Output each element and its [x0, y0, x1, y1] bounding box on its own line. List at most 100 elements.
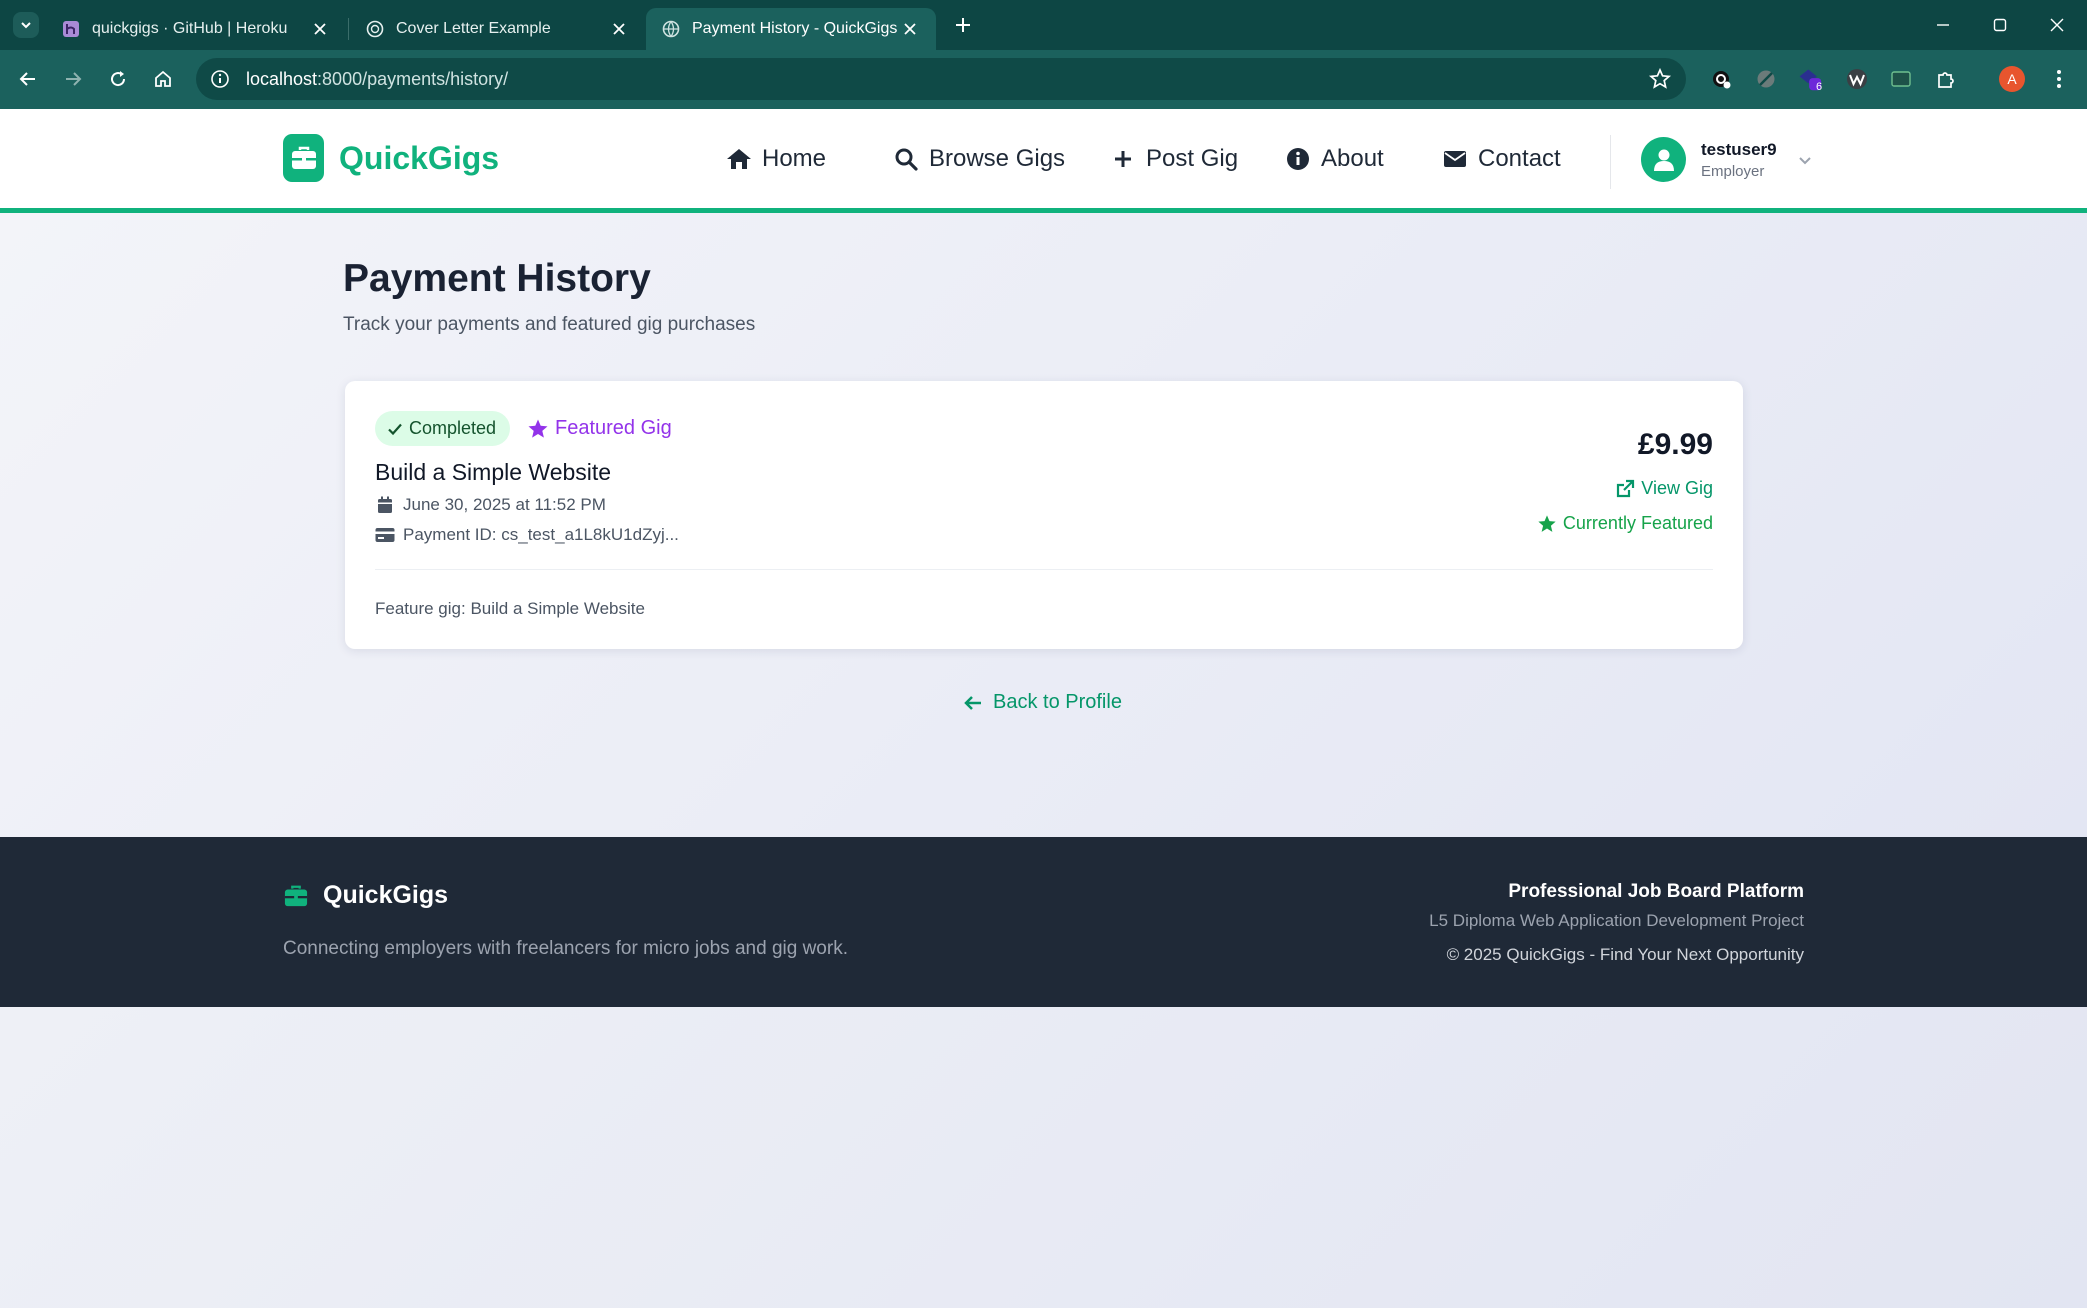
page-background [0, 1007, 2087, 1308]
chatgpt-icon [366, 20, 384, 38]
user-role: Employer [1701, 162, 1765, 180]
payment-id-text: Payment ID: cs_test_a1L8kU1dZyj... [403, 525, 679, 544]
profile-initial: A [2007, 71, 2017, 87]
user-name: testuser9 [1701, 139, 1777, 159]
credit-card-icon [375, 525, 395, 545]
user-menu[interactable]: testuser9 Employer [1641, 137, 1813, 182]
payment-date-text: June 30, 2025 at 11:52 PM [403, 495, 606, 514]
nav-about[interactable]: About [1285, 145, 1384, 173]
maximize-icon[interactable] [1987, 12, 2013, 38]
brand-logo[interactable]: QuickGigs [283, 134, 499, 182]
address-bar[interactable]: localhost:8000/payments/history/ [196, 58, 1686, 100]
browser-tab[interactable]: quickgigs · GitHub | Heroku [46, 8, 346, 50]
heroku-icon [62, 20, 80, 38]
browser-tab-active[interactable]: Payment History - QuickGigs [646, 8, 936, 50]
close-tab-icon[interactable] [310, 19, 330, 39]
minimize-icon[interactable] [1930, 12, 1956, 38]
browser-tab[interactable]: Cover Letter Example [350, 8, 645, 50]
reload-icon[interactable] [104, 65, 132, 93]
chevron-down-icon[interactable] [1797, 152, 1813, 168]
close-window-icon[interactable] [2044, 12, 2070, 38]
nav-contact-label: Contact [1478, 145, 1561, 172]
status-label: Completed [409, 418, 497, 438]
footer-copyright: © 2025 QuickGigs - Find Your Next Opport… [1446, 945, 1804, 964]
url-host: localhost [246, 68, 318, 89]
site-footer: QuickGigs Connecting employers with free… [0, 837, 2087, 1007]
payment-type-badge: Featured Gig [527, 411, 672, 446]
view-gig-label: View Gig [1641, 478, 1713, 498]
page-subtitle: Track your payments and featured gig pur… [343, 314, 756, 335]
check-icon [387, 421, 403, 437]
footer-subheading: L5 Diploma Web Application Development P… [1429, 911, 1804, 930]
payment-card: Completed Featured Gig Build a Simple We… [345, 381, 1743, 649]
footer-heading: Professional Job Board Platform [1508, 881, 1804, 902]
external-link-icon [1615, 479, 1635, 499]
featured-status: Currently Featured [1537, 513, 1713, 534]
tab-separator [348, 18, 349, 40]
payment-id: Payment ID: cs_test_a1L8kU1dZyj... [375, 525, 679, 545]
close-tab-icon[interactable] [609, 19, 629, 39]
payment-description: Feature gig: Build a Simple Website [375, 599, 645, 618]
nav-browse-gigs[interactable]: Browse Gigs [893, 145, 1065, 173]
tab-title: Cover Letter Example [396, 20, 551, 37]
nav-home-label: Home [762, 145, 827, 172]
bookmark-star-icon[interactable] [1648, 67, 1672, 91]
briefcase-icon [283, 134, 324, 182]
footer-brand: QuickGigs [283, 881, 448, 910]
star-icon [1537, 514, 1557, 534]
globe-icon [662, 20, 680, 38]
nav-post-gig-label: Post Gig [1146, 145, 1239, 172]
info-icon [1285, 146, 1311, 172]
footer-tagline: Connecting employers with freelancers fo… [283, 938, 848, 959]
tab-title: quickgigs · GitHub | Heroku [92, 20, 288, 37]
close-tab-icon[interactable] [900, 19, 920, 39]
main-content: Payment History Track your payments and … [0, 213, 2087, 837]
profile-avatar[interactable]: A [1999, 66, 2025, 92]
site-header: QuickGigs Home Browse Gigs Post Gig Abou… [0, 109, 2087, 213]
extension-badge-icon[interactable]: 6 [1797, 66, 1823, 93]
new-tab-plus-icon[interactable] [950, 12, 976, 38]
browser-menu-icon[interactable] [2046, 66, 2072, 92]
url-text: localhost:8000/payments/history/ [246, 69, 508, 90]
search-icon [893, 146, 919, 172]
card-divider [375, 569, 1713, 570]
url-path: :8000/payments/history/ [317, 68, 509, 89]
page-title: Payment History [343, 257, 651, 300]
browser-tab-bar: quickgigs · GitHub | Heroku Cover Letter… [0, 0, 2087, 50]
nav-post-gig[interactable]: Post Gig [1110, 145, 1238, 173]
brand-name: QuickGigs [339, 139, 500, 176]
footer-brand-name: QuickGigs [323, 881, 449, 909]
home-icon [726, 146, 752, 172]
status-badge: Completed [375, 411, 511, 446]
featured-status-label: Currently Featured [1562, 513, 1713, 533]
extensions-puzzle-icon[interactable] [1933, 66, 1959, 92]
back-to-profile-link[interactable]: Back to Profile [963, 691, 1122, 714]
plus-icon [1110, 146, 1136, 172]
extension-pin-icon[interactable] [1708, 66, 1734, 92]
home-icon[interactable] [149, 65, 177, 93]
user-icon [1641, 137, 1686, 182]
view-gig-link[interactable]: View Gig [1615, 478, 1713, 499]
envelope-icon [1442, 146, 1468, 172]
extension-blocked-icon[interactable] [1753, 66, 1779, 92]
extension-screen-icon[interactable] [1888, 66, 1914, 92]
nav-about-label: About [1321, 145, 1384, 172]
forward-arrow-icon[interactable] [59, 65, 87, 93]
nav-divider [1610, 135, 1611, 189]
calendar-icon [375, 495, 395, 515]
nav-home[interactable]: Home [726, 145, 826, 173]
tab-title: Payment History - QuickGigs [692, 20, 898, 37]
back-arrow-icon[interactable] [14, 65, 42, 93]
nav-browse-gigs-label: Browse Gigs [929, 145, 1066, 172]
browser-toolbar: localhost:8000/payments/history/ 6 A [0, 50, 2087, 109]
footer-info: Professional Job Board Platform L5 Diplo… [1429, 881, 1804, 965]
nav-contact[interactable]: Contact [1442, 145, 1561, 173]
arrow-left-icon [963, 693, 983, 713]
extension-w-icon[interactable] [1844, 66, 1870, 92]
tab-search-chevron-icon[interactable] [13, 12, 39, 38]
back-to-profile-label: Back to Profile [993, 691, 1122, 713]
payment-amount: £9.99 [1637, 428, 1713, 461]
site-info-icon[interactable] [208, 67, 232, 91]
briefcase-icon [283, 884, 309, 908]
payment-date: June 30, 2025 at 11:52 PM [375, 495, 606, 515]
